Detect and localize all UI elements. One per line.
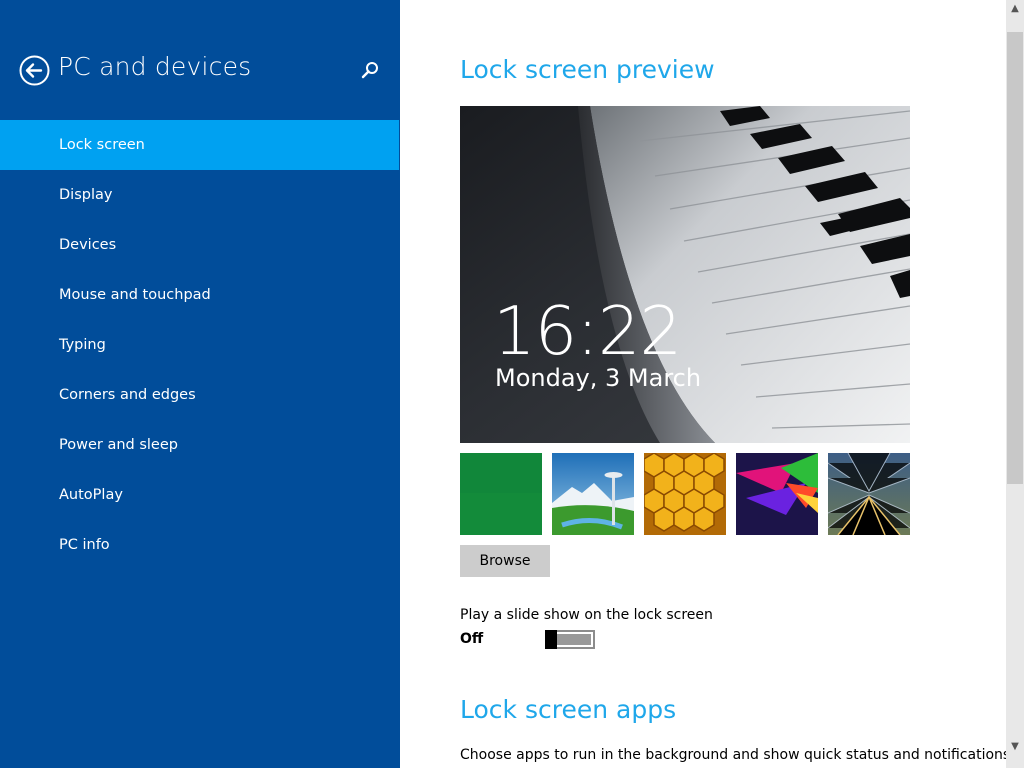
sidebar-item-display[interactable]: Display (0, 170, 400, 220)
main-content: Lock screen preview 16:22 Monday, 3 Marc… (400, 0, 1015, 768)
piano-keys-image (460, 106, 910, 443)
search-icon[interactable] (360, 60, 380, 80)
browse-button[interactable]: Browse (460, 545, 550, 577)
sidebar-item-power-and-sleep[interactable]: Power and sleep (0, 420, 400, 470)
scrollbar-thumb[interactable] (1007, 32, 1023, 484)
lock-screen-date: Monday, 3 March (495, 364, 702, 392)
sidebar-item-typing[interactable]: Typing (0, 320, 400, 370)
lock-screen-preview: 16:22 Monday, 3 March (460, 106, 910, 443)
sidebar-item-corners-and-edges[interactable]: Corners and edges (0, 370, 400, 420)
vertical-scrollbar[interactable]: ▲ ▼ (1006, 0, 1024, 768)
slideshow-toggle[interactable] (545, 630, 595, 649)
page-title: PC and devices (58, 52, 252, 81)
sidebar-item-lock-screen[interactable]: Lock screen (0, 120, 399, 170)
lock-screen-time: 16:22 (493, 292, 682, 370)
sidebar: PC and devices Lock screen Display Devic… (0, 0, 400, 768)
lock-screen-apps-description: Choose apps to run in the background and… (460, 747, 1015, 763)
train-tracks-thumbnail[interactable] (828, 453, 910, 535)
honeycomb-thumbnail[interactable] (644, 453, 726, 535)
lock-screen-apps-heading: Lock screen apps (460, 695, 677, 724)
sidebar-item-pc-info[interactable]: PC info (0, 520, 400, 570)
space-needle-thumbnail[interactable] (552, 453, 634, 535)
toggle-knob (545, 630, 557, 649)
slideshow-toggle-state: Off (460, 631, 484, 647)
sidebar-item-devices[interactable]: Devices (0, 220, 400, 270)
green-background-thumbnail[interactable] (460, 453, 542, 535)
slideshow-label: Play a slide show on the lock screen (460, 607, 713, 623)
sidebar-item-mouse-and-touchpad[interactable]: Mouse and touchpad (0, 270, 400, 320)
lock-screen-preview-heading: Lock screen preview (460, 55, 715, 84)
back-arrow-icon[interactable] (19, 55, 50, 86)
colorful-shapes-thumbnail[interactable] (736, 453, 818, 535)
sidebar-item-autoplay[interactable]: AutoPlay (0, 470, 400, 520)
sidebar-nav: Lock screen Display Devices Mouse and to… (0, 120, 400, 570)
scroll-down-arrow-icon[interactable]: ▼ (1006, 738, 1024, 756)
scroll-up-arrow-icon[interactable]: ▲ (1006, 0, 1024, 18)
